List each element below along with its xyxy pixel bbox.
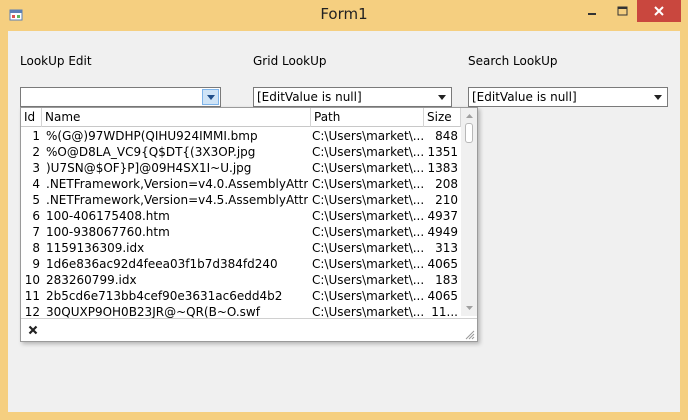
title-bar[interactable]: Form1 (0, 0, 688, 31)
table-row[interactable]: 10 283260799.idx C:\Users\market\... 183 (21, 272, 461, 288)
cell-size: 183 (435, 273, 458, 287)
cell-size: 1351 (427, 145, 458, 159)
scroll-up-button[interactable] (461, 110, 477, 122)
cell-id: 1 (32, 129, 40, 143)
cell-path: C:\Users\market\... (312, 193, 423, 207)
lookup-edit-combo[interactable] (20, 87, 221, 107)
cell-size: 313 (435, 241, 458, 255)
column-header-name[interactable]: Name (42, 108, 311, 127)
cell-id: 5 (32, 193, 40, 207)
popup-footer (21, 318, 477, 341)
cell-size: 1383 (427, 161, 458, 175)
chevron-down-icon (653, 94, 662, 100)
maximize-icon (617, 6, 627, 16)
cell-path: C:\Users\market\... (312, 129, 423, 143)
scroll-down-button[interactable] (461, 302, 477, 314)
cell-name: 100-938067760.htm (46, 225, 170, 239)
search-lookup-combo[interactable]: [EditValue is null] (468, 87, 668, 107)
table-row[interactable]: 1 %(G@)97WDHP(QIHU924IMMI.bmp C:\Users\mar… (21, 128, 461, 144)
cell-id: 7 (32, 225, 40, 239)
minimize-icon (588, 13, 596, 15)
table-row[interactable]: 6 100-406175408.htm C:\Users\market\... 493… (21, 208, 461, 224)
chevron-down-icon (437, 94, 446, 100)
minimize-button[interactable] (577, 0, 607, 22)
grid-header: Id Name Path Size (21, 108, 461, 127)
lookup-dropdown-popup: Id Name Path Size 1 %(G@)97WDHP(QIHU924IM… (20, 107, 478, 342)
table-row[interactable]: 9 1d6e836ac92d4feea03f1b7d384fd240 C:\User… (21, 256, 461, 272)
cell-path: C:\Users\market\... (312, 225, 423, 239)
column-header-path[interactable]: Path (311, 108, 424, 127)
close-icon (654, 6, 664, 16)
vertical-scrollbar[interactable] (461, 108, 477, 316)
cell-id: 3 (32, 161, 40, 175)
cell-id: 6 (32, 209, 40, 223)
cell-name: .NETFramework,Version=v4.5.AssemblyAttri… (46, 193, 308, 207)
cell-size: 4949 (427, 225, 458, 239)
cell-size: 848 (435, 129, 458, 143)
cell-name: %(G@)97WDHP(QIHU924IMMI.bmp (46, 129, 258, 143)
grid-lookup-value: [EditValue is null] (257, 90, 362, 104)
cell-path: C:\Users\market\... (312, 257, 423, 271)
cell-path: C:\Users\market\... (312, 241, 423, 255)
cell-path: C:\Users\market\... (312, 273, 423, 287)
cell-path: C:\Users\market\... (312, 289, 423, 303)
cell-name: 1159136309.idx (46, 241, 145, 255)
maximize-button[interactable] (607, 0, 637, 22)
clear-button[interactable] (26, 323, 40, 337)
search-lookup-label: Search LookUp (468, 54, 558, 68)
chevron-up-icon (465, 114, 473, 118)
clear-x-icon (28, 325, 38, 335)
cell-name: .NETFramework,Version=v4.0.AssemblyAttri… (46, 177, 308, 191)
cell-size: 210 (435, 193, 458, 207)
cell-size: 4065 (427, 289, 458, 303)
cell-name: )U7SN@$OF}P]@09H4SX1I~U.jpg (46, 161, 252, 175)
table-row[interactable]: 11 2b5cd6e713bb4cef90e3631ac6edd4b2 C:\Use… (21, 288, 461, 304)
chevron-down-icon (206, 94, 215, 100)
table-row[interactable]: 2 %O@D8LA_VC9{Q$DT{(3X3OP.jpg C:\Users\mar… (21, 144, 461, 160)
cell-path: C:\Users\market\... (312, 209, 423, 223)
scroll-thumb[interactable] (465, 123, 473, 143)
cell-id: 10 (24, 273, 40, 287)
cell-id: 2 (32, 145, 40, 159)
search-lookup-dropdown-button[interactable] (649, 89, 666, 105)
cell-id: 4 (32, 177, 40, 191)
lookup-edit-dropdown-button[interactable] (202, 89, 219, 105)
cell-name: 1d6e836ac92d4feea03f1b7d384fd240 (46, 257, 278, 271)
grid-lookup-combo[interactable]: [EditValue is null] (253, 87, 452, 107)
column-header-size[interactable]: Size (424, 108, 461, 127)
table-row[interactable]: 3 )U7SN@$OF}P]@09H4SX1I~U.jpg C:\Users\mar… (21, 160, 461, 176)
cell-name: 2b5cd6e713bb4cef90e3631ac6edd4b2 (46, 289, 283, 303)
search-lookup-value: [EditValue is null] (472, 90, 577, 104)
grid-lookup-dropdown-button[interactable] (433, 89, 450, 105)
resize-grip-icon[interactable] (465, 330, 475, 340)
cell-id: 9 (32, 257, 40, 271)
cell-id: 11 (24, 289, 40, 303)
table-row[interactable]: 8 1159136309.idx C:\Users\market\... 313 (21, 240, 461, 256)
table-row[interactable]: 7 100-938067760.htm C:\Users\market\... 494… (21, 224, 461, 240)
table-row[interactable]: 4 .NETFramework,Version=v4.0.AssemblyAttr… (21, 176, 461, 192)
cell-size: 208 (435, 177, 458, 191)
cell-name: 283260799.idx (46, 273, 137, 287)
column-header-id[interactable]: Id (21, 108, 42, 127)
close-button[interactable] (637, 0, 681, 22)
cell-path: C:\Users\market\... (312, 161, 423, 175)
cell-id: 8 (32, 241, 40, 255)
cell-path: C:\Users\market\... (312, 177, 423, 191)
chevron-down-icon (465, 306, 473, 310)
table-row[interactable]: 5 .NETFramework,Version=v4.5.AssemblyAttr… (21, 192, 461, 208)
grid-lookup-label: Grid LookUp (253, 54, 327, 68)
lookup-edit-label: LookUp Edit (20, 54, 92, 68)
cell-name: 100-406175408.htm (46, 209, 170, 223)
main-window: Form1 LookUp Edit Grid LookUp Search Loo… (0, 0, 688, 420)
cell-size: 4937 (427, 209, 458, 223)
cell-name: %O@D8LA_VC9{Q$DT{(3X3OP.jpg (46, 145, 256, 159)
cell-size: 4065 (427, 257, 458, 271)
cell-path: C:\Users\market\... (312, 145, 423, 159)
